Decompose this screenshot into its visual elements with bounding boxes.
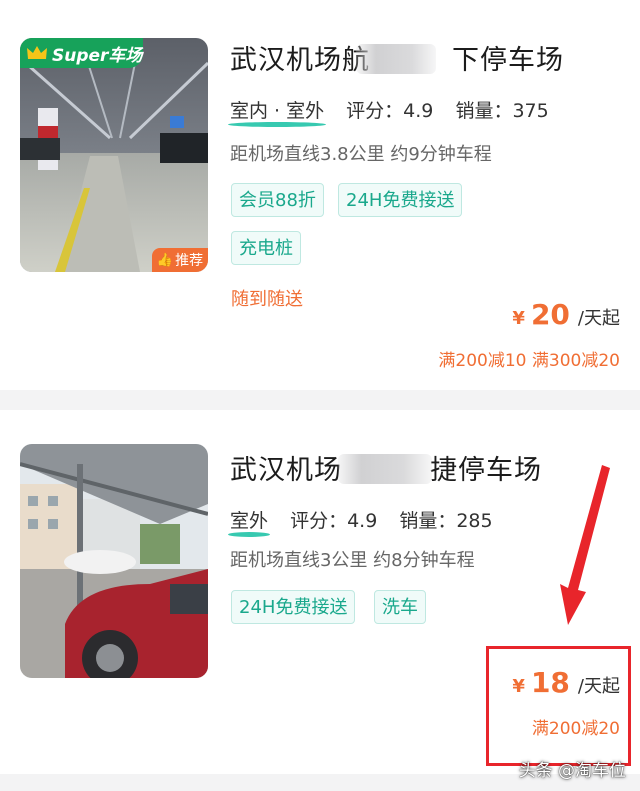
redacted-blur [356, 44, 436, 74]
distance-text: 距机场直线3.8公里 约9分钟车程 [230, 144, 492, 165]
location-type-label: 室内 · 室外 [230, 100, 325, 122]
parking-photo-underground[interactable] [20, 38, 208, 272]
listing-title-left: 武汉机场 [230, 455, 342, 486]
discount-text: 满200减10 满300减20 [438, 351, 620, 371]
listing-meta-row: 室内 · 室外 评分：4.9 销量：375 [230, 96, 565, 123]
tag-member-discount: 会员88折 [231, 183, 324, 217]
price-highlight-box [486, 646, 631, 766]
tag-charging-pile: 充电桩 [231, 231, 301, 265]
super-parking-badge: Super车场 [20, 38, 143, 68]
price-value: 20 [530, 298, 570, 331]
carport-photo-image [20, 444, 208, 678]
listing-title-right: 下停车场 [452, 45, 564, 76]
listing-title-left: 武汉机场航 [230, 45, 370, 76]
thumbs-up-icon: 👍 [156, 252, 174, 268]
redacted-blur [338, 454, 432, 484]
tag-free-shuttle: 24H免费接送 [231, 590, 356, 624]
shuttle-note: 随到随送 [231, 289, 303, 310]
super-badge-text: Super车场 [52, 45, 143, 66]
tag-car-wash: 洗车 [374, 590, 426, 624]
rating-label: 评分：4.9 [290, 510, 378, 532]
location-type-label: 室外 [230, 510, 269, 532]
recommend-badge: 👍 推荐 [152, 248, 208, 272]
price-unit: /天起 [577, 308, 620, 329]
listing-meta-row: 室外 评分：4.9 销量：285 [230, 506, 509, 533]
garage-photo-image [20, 38, 208, 272]
currency-symbol: ¥ [512, 308, 525, 329]
watermark-text: 头条 @淘车位 [518, 761, 626, 781]
sales-label: 销量：285 [399, 510, 493, 532]
crown-icon [26, 44, 48, 62]
recommend-label: 推荐 [175, 253, 204, 269]
distance-text: 距机场直线3公里 约8分钟车程 [230, 550, 475, 571]
red-arrow-annotation [560, 465, 610, 625]
parking-photo-outdoor[interactable] [20, 444, 208, 678]
parking-listing-card[interactable]: Super车场 👍 推荐 武汉机场航 下停车场 室内 · 室外 评分：4.9 销量… [0, 0, 640, 390]
price-row: ¥20/天起 [512, 298, 620, 331]
listing-title-right: 捷停车场 [430, 455, 542, 486]
rating-label: 评分：4.9 [346, 100, 434, 122]
tag-free-shuttle: 24H免费接送 [338, 183, 463, 217]
sales-label: 销量：375 [455, 100, 549, 122]
